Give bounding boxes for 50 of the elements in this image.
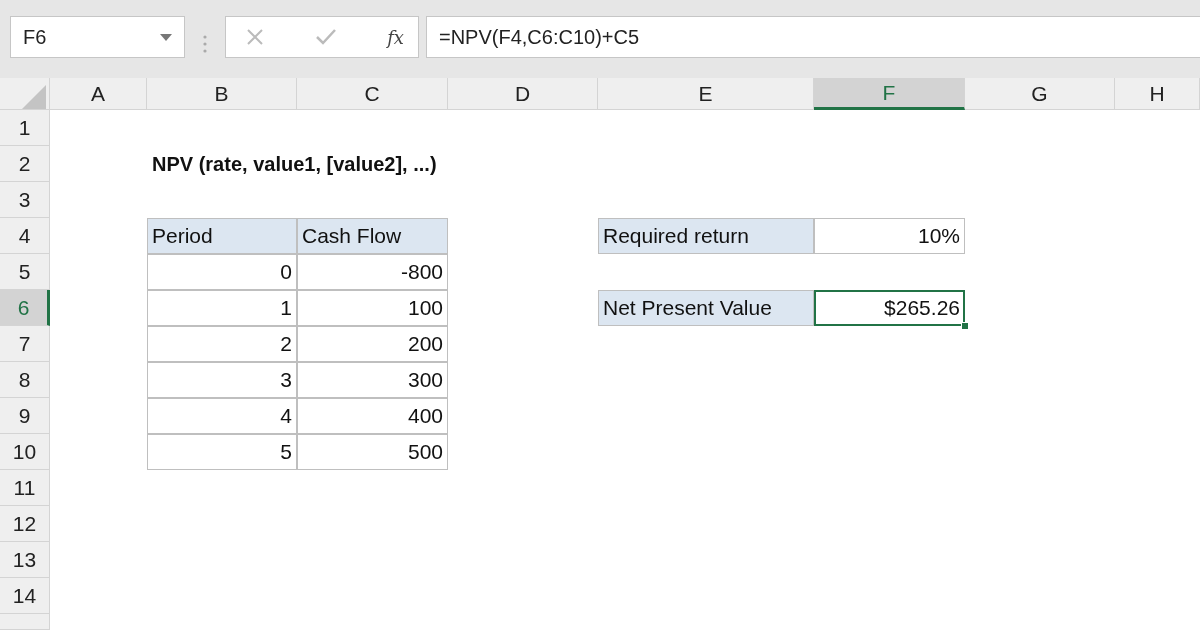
row-header[interactable]: 7 — [0, 326, 50, 362]
table-cell[interactable]: 3 — [147, 362, 297, 398]
table-cell[interactable]: Period — [147, 218, 297, 254]
table-cell[interactable]: 5 — [147, 434, 297, 470]
table-cell[interactable]: -800 — [297, 254, 448, 290]
table-cell[interactable]: 100 — [297, 290, 448, 326]
table-cell[interactable]: 500 — [297, 434, 448, 470]
checkmark-icon[interactable] — [314, 28, 337, 46]
table-cell[interactable]: 400 — [297, 398, 448, 434]
row-header[interactable]: 2 — [0, 146, 50, 182]
drag-handle-icon — [203, 34, 207, 54]
row-header[interactable]: 4 — [0, 218, 50, 254]
table-cell[interactable]: 2 — [147, 326, 297, 362]
row-header[interactable]: 13 — [0, 542, 50, 578]
table-cell[interactable]: Net Present Value — [598, 290, 814, 326]
column-header[interactable]: E — [598, 78, 814, 110]
table-cell[interactable]: Required return — [598, 218, 814, 254]
insert-function-button[interactable]: fx — [387, 23, 404, 51]
fill-handle[interactable] — [961, 322, 969, 330]
row-header[interactable]: 1 — [0, 110, 50, 146]
column-header[interactable]: H — [1115, 78, 1200, 110]
row-header[interactable]: 9 — [0, 398, 50, 434]
table-cell[interactable]: 1 — [147, 290, 297, 326]
row-header[interactable]: 10 — [0, 434, 50, 470]
column-header[interactable]: D — [448, 78, 598, 110]
table-cell[interactable]: 0 — [147, 254, 297, 290]
table-cell[interactable]: 200 — [297, 326, 448, 362]
sheet-title[interactable]: NPV (rate, value1, [value2], ...) — [147, 146, 814, 182]
table-cell[interactable]: 300 — [297, 362, 448, 398]
cancel-icon[interactable] — [246, 28, 264, 46]
formula-field[interactable]: =NPV(F4,C6:C10)+C5 — [426, 16, 1200, 58]
column-header[interactable]: A — [50, 78, 147, 110]
table-cell[interactable]: 4 — [147, 398, 297, 434]
row-header[interactable]: 3 — [0, 182, 50, 218]
name-box[interactable]: F6 — [10, 16, 185, 58]
column-header[interactable]: B — [147, 78, 297, 110]
row-header[interactable]: 11 — [0, 470, 50, 506]
dropdown-caret-icon[interactable] — [160, 33, 172, 41]
column-header[interactable]: F — [814, 78, 965, 110]
row-header[interactable]: 12 — [0, 506, 50, 542]
table-cell[interactable]: Cash Flow — [297, 218, 448, 254]
column-header[interactable]: C — [297, 78, 448, 110]
row-header[interactable]: 5 — [0, 254, 50, 290]
column-header[interactable]: G — [965, 78, 1115, 110]
table-cell[interactable]: 10% — [814, 218, 965, 254]
row-header[interactable]: 8 — [0, 362, 50, 398]
row-header[interactable] — [0, 614, 50, 630]
row-header[interactable]: 14 — [0, 578, 50, 614]
table-cell[interactable]: $265.26 — [814, 290, 965, 326]
row-header[interactable]: 6 — [0, 290, 50, 326]
